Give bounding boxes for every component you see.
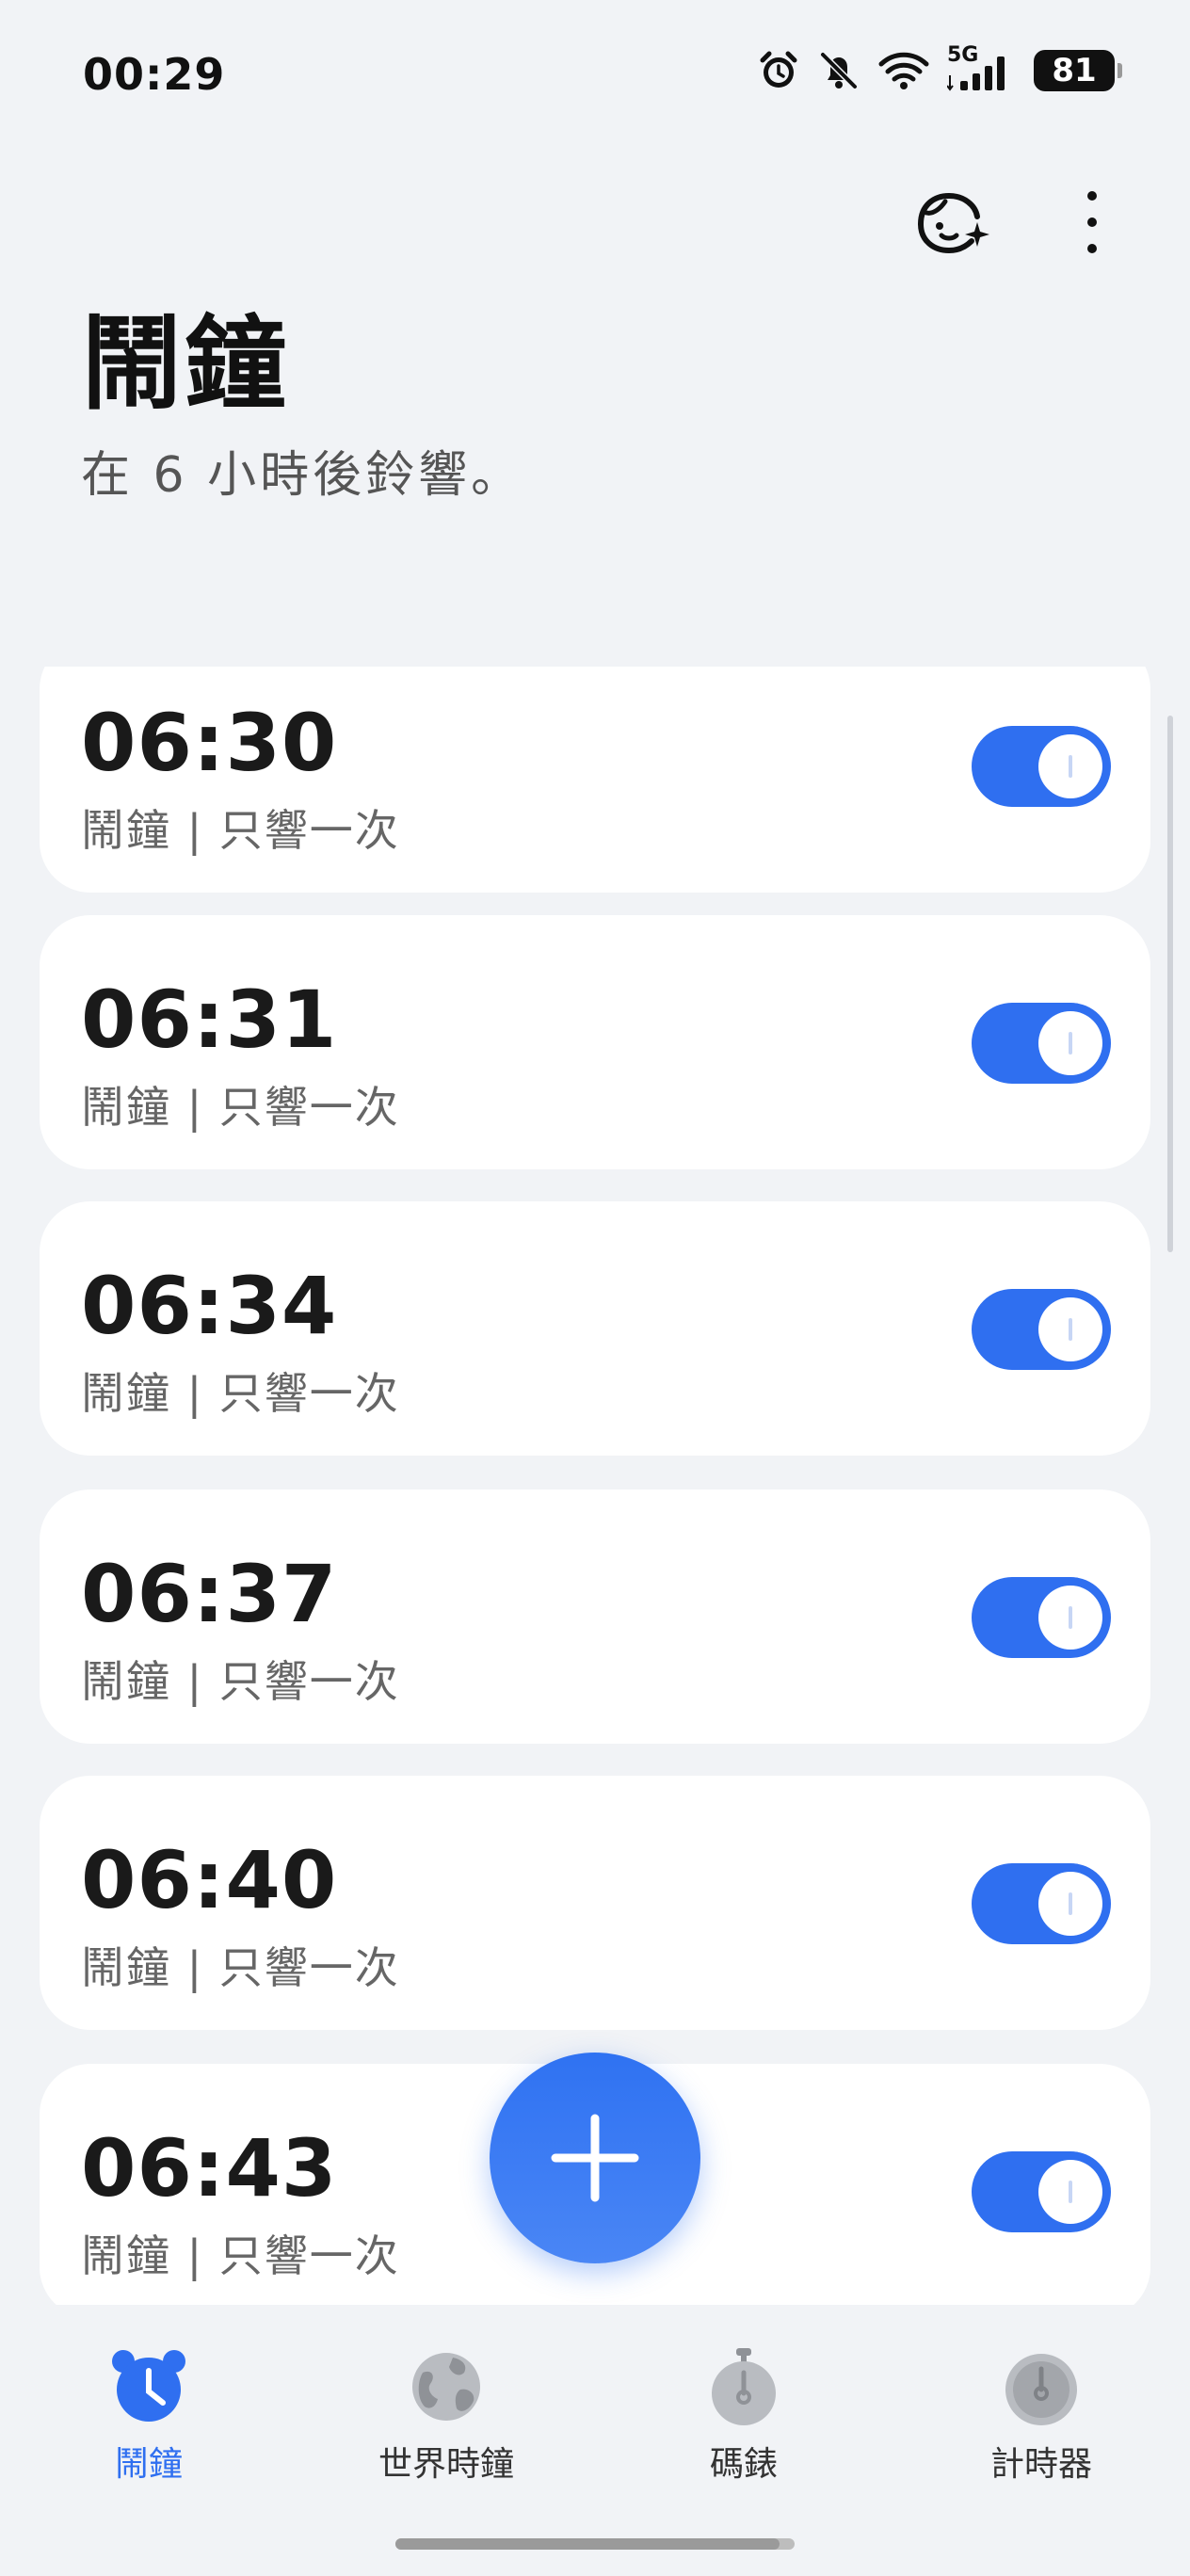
page-title: 鬧鐘: [81, 306, 289, 424]
toggle-knob: [1038, 1011, 1102, 1075]
plus-icon: [551, 2114, 639, 2202]
next-alarm-subtitle: 在 6 小時後鈴響。: [81, 447, 524, 504]
bell-off-icon: [817, 49, 860, 92]
alarm-time: 06:34: [81, 1260, 338, 1352]
alarm-label: 鬧鐘 | 只響一次: [81, 1656, 400, 1707]
alarm-time: 06:37: [81, 1548, 338, 1640]
status-time: 00:29: [83, 49, 226, 100]
alarm-label: 鬧鐘 | 只響一次: [81, 2230, 400, 2281]
alarm-card[interactable]: 06:31 鬧鐘 | 只響一次: [40, 915, 1150, 1169]
alarm-toggle[interactable]: [972, 1003, 1111, 1084]
wifi-icon: [877, 49, 930, 92]
toggle-knob: [1038, 2160, 1102, 2224]
more-vert-icon[interactable]: [1073, 185, 1111, 260]
nav-tab-stopwatch[interactable]: 碼錶: [650, 2305, 838, 2486]
alarm-toggle[interactable]: [972, 1863, 1111, 1944]
globe-icon: [412, 2353, 480, 2421]
nav-label: 世界時鐘: [378, 2445, 514, 2484]
alarm-card[interactable]: 06:34 鬧鐘 | 只響一次: [40, 1201, 1150, 1456]
alarm-screen: 00:29 5G 81 鬧鐘 在 6 小時後鈴響。 06:30 鬧鐘 | 只響一…: [0, 0, 1190, 2576]
alarm-toggle[interactable]: [972, 726, 1111, 807]
alarm-toggle[interactable]: [972, 1289, 1111, 1370]
nav-tab-timer[interactable]: 計時器: [947, 2305, 1135, 2486]
alarm-card[interactable]: 06:40 鬧鐘 | 只響一次: [40, 1776, 1150, 2030]
status-bar: 00:29 5G 81: [0, 0, 1190, 151]
alarm-toggle[interactable]: [972, 1577, 1111, 1658]
alarm-time: 06:30: [81, 697, 338, 789]
assistant-face-icon[interactable]: [909, 185, 994, 260]
battery-icon: 81: [1034, 50, 1122, 91]
alarm-label: 鬧鐘 | 只響一次: [81, 805, 400, 856]
nav-label: 鬧鐘: [114, 2445, 183, 2484]
alarm-card[interactable]: 06:30 鬧鐘 | 只響一次: [40, 667, 1150, 893]
status-icons: 5G 81: [757, 43, 1122, 94]
bottom-nav: 鬧鐘 世界時鐘 碼錶 計時器: [0, 2305, 1190, 2512]
nav-tab-alarm[interactable]: 鬧鐘: [55, 2305, 243, 2486]
alarm-card[interactable]: 06:37 鬧鐘 | 只響一次: [40, 1489, 1150, 1744]
nav-tab-world-clock[interactable]: 世界時鐘: [352, 2305, 540, 2486]
alarm-label: 鬧鐘 | 只響一次: [81, 1082, 400, 1133]
nav-label: 碼錶: [709, 2445, 778, 2484]
alarm-toggle[interactable]: [972, 2151, 1111, 2232]
add-alarm-button[interactable]: [490, 2053, 700, 2263]
home-indicator[interactable]: [395, 2538, 795, 2550]
alarm-label: 鬧鐘 | 只響一次: [81, 1942, 400, 1993]
scrollbar[interactable]: [1167, 716, 1173, 1252]
alarm-label: 鬧鐘 | 只響一次: [81, 1368, 400, 1419]
toggle-knob: [1038, 1872, 1102, 1936]
toggle-knob: [1038, 734, 1102, 798]
battery-level: 81: [1052, 52, 1097, 89]
signal-icon: 5G: [947, 43, 1017, 94]
timer-icon: [1005, 2354, 1077, 2425]
alarm-clock-icon: [112, 2350, 185, 2422]
toggle-knob: [1038, 1586, 1102, 1650]
alarm-icon: [757, 49, 800, 92]
nav-label: 計時器: [989, 2445, 1092, 2484]
alarm-time: 06:31: [81, 974, 338, 1066]
alarm-time: 06:43: [81, 2122, 338, 2214]
stopwatch-icon: [712, 2348, 776, 2425]
alarm-time: 06:40: [81, 1834, 338, 1926]
toggle-knob: [1038, 1297, 1102, 1361]
